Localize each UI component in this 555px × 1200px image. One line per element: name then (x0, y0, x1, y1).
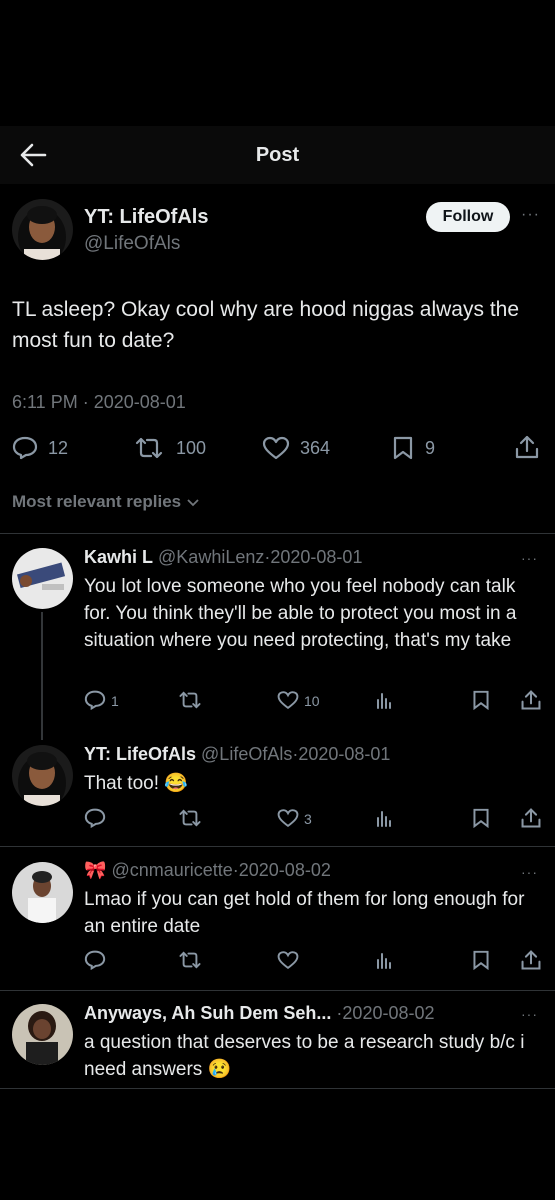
reply-bookmark-icon[interactable] (472, 808, 490, 828)
replies-sort-dropdown[interactable]: Most relevant replies (12, 492, 200, 512)
replies-sort-label: Most relevant replies (12, 492, 182, 511)
reply-header: Anyways, Ah Suh Dem Seh... ·2020-08-02 (84, 1003, 435, 1024)
share-icon[interactable] (514, 434, 540, 460)
reply-avatar[interactable] (12, 1004, 73, 1065)
reply-header: YT: LifeOfAls @LifeOfAls·2020-08-01 (84, 744, 390, 765)
post-date: 2020-08-01 (93, 392, 186, 412)
reply-views-icon[interactable] (374, 808, 394, 828)
reply-text: You lot love someone who you feel nobody… (84, 576, 517, 651)
reply-author-handle[interactable]: @KawhiLenz (158, 547, 264, 567)
more-options-icon[interactable]: ··· (521, 206, 540, 224)
reply-repost-icon[interactable] (178, 808, 202, 828)
reply-header: Kawhi L @KawhiLenz·2020-08-01 (84, 547, 362, 568)
reply-bookmark-icon[interactable] (472, 690, 490, 710)
divider (0, 846, 555, 847)
reply-reply-icon[interactable] (84, 690, 106, 710)
reply-reply-icon[interactable] (84, 808, 106, 828)
like-count: 364 (300, 438, 331, 458)
repost-icon[interactable] (134, 436, 164, 460)
author-avatar[interactable] (12, 199, 73, 260)
divider (0, 533, 555, 534)
reply-author-name[interactable]: Kawhi L (84, 547, 153, 567)
follow-button[interactable]: Follow (426, 202, 510, 232)
reply-header: 🎀 @cnmauricette·2020-08-02 (84, 860, 331, 881)
reply-like-icon[interactable] (277, 690, 299, 710)
reply-avatar[interactable] (12, 862, 73, 923)
reply-views-icon[interactable] (374, 690, 394, 710)
author-name[interactable]: YT: LifeOfAls (84, 206, 208, 229)
like-icon[interactable] (262, 436, 290, 460)
reply-share-icon[interactable] (520, 949, 542, 971)
post-timestamp: 6:11 PM · 2020-08-01 (12, 392, 186, 413)
reply-share-icon[interactable] (520, 689, 542, 711)
reply-like-count: 3 (304, 811, 312, 827)
reply-more-icon[interactable]: ··· (521, 1006, 538, 1022)
divider (0, 990, 555, 991)
reply-date: 2020-08-02 (238, 860, 331, 880)
reply-date: 2020-08-01 (270, 547, 363, 567)
post-text: TL asleep? Okay cool why are hood niggas… (12, 298, 520, 352)
reply-author-name[interactable]: Anyways, Ah Suh Dem Seh... (84, 1003, 331, 1023)
page-title: Post (255, 144, 300, 166)
reply-share-icon[interactable] (520, 807, 542, 829)
thread-line (41, 612, 43, 740)
reply-date: 2020-08-01 (298, 744, 391, 764)
reply-reply-count: 1 (111, 693, 119, 709)
repost-count: 100 (176, 438, 207, 458)
reply-date: 2020-08-02 (342, 1003, 435, 1023)
reply-views-icon[interactable] (374, 950, 394, 970)
reply-author-handle[interactable]: @LifeOfAls (201, 744, 292, 764)
reply-like-icon[interactable] (277, 950, 299, 970)
author-handle[interactable]: @LifeOfAls (84, 233, 180, 255)
reply-reply-icon[interactable] (84, 950, 106, 970)
bookmark-icon[interactable] (392, 436, 414, 460)
reply-more-icon[interactable]: ··· (521, 550, 538, 566)
reply-text: Lmao if you can get hold of them for lon… (84, 889, 525, 937)
reply-bookmark-icon[interactable] (472, 950, 490, 970)
reply-count: 12 (48, 438, 69, 458)
chevron-down-icon (187, 498, 199, 506)
reply-more-icon[interactable]: ··· (521, 864, 538, 880)
reply-text: That too! 😂 (84, 773, 188, 794)
reply-author-name[interactable]: YT: LifeOfAls (84, 744, 196, 764)
reply-author-name[interactable]: 🎀 (84, 860, 106, 880)
reply-text: a question that deserves to be a researc… (84, 1032, 525, 1080)
reply-like-count: 10 (304, 693, 320, 709)
bookmark-count: 9 (425, 438, 436, 458)
post-time: 6:11 PM (12, 392, 78, 412)
reply-avatar[interactable] (12, 548, 73, 609)
reply-repost-icon[interactable] (178, 690, 202, 710)
reply-avatar[interactable] (12, 745, 73, 806)
reply-like-icon[interactable] (277, 808, 299, 828)
reply-author-handle[interactable]: @cnmauricette (111, 860, 232, 880)
divider (0, 1088, 555, 1089)
post-meta-separator: · (82, 392, 89, 412)
reply-repost-icon[interactable] (178, 950, 202, 970)
reply-icon[interactable] (12, 436, 38, 460)
